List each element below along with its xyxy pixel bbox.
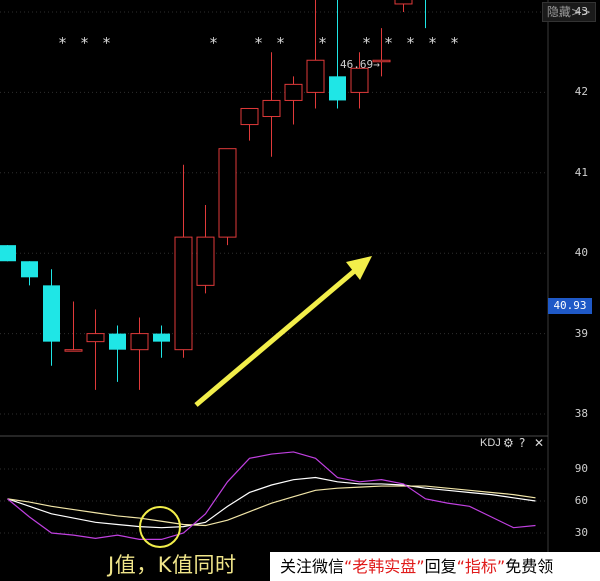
candle [240,107,259,141]
price-tick-label: 39 [574,326,588,340]
watermark-quote-2: “指标” [456,557,506,576]
watermark-suffix: 免费领 [505,557,554,576]
candle-body [240,107,259,126]
candle [109,325,126,382]
caption-text: J值，K值同时 [108,553,237,577]
star-marker: * [428,34,438,52]
candle-body [64,349,83,352]
watermark-prefix: 关注微信 [280,557,345,576]
chart-stage [0,0,600,581]
candle-body [43,285,60,342]
kdj-j-line [7,451,536,541]
candle [284,76,303,125]
candle [218,148,237,246]
candle [0,245,16,262]
watermark-quote-1: “老韩实盘” [344,557,425,576]
candle [196,204,215,294]
candle-body [109,333,126,350]
price-tick-label: 41 [574,165,588,179]
kdj-d-line [7,485,536,527]
price-tick-label: 42 [574,85,588,99]
candle-body [86,333,105,343]
candle [43,269,60,366]
help-icon[interactable]: ? [519,436,525,450]
price-tick-label: 43 [574,5,588,18]
kdj-tick-label: 30 [574,526,588,539]
candle-body [350,67,369,93]
candle [86,309,105,390]
star-marker: * [209,34,219,52]
star-marker: * [362,34,372,52]
rally-arrow-shaft [194,266,360,407]
star-marker: * [318,34,328,52]
candle [174,164,193,358]
candle [153,325,170,358]
candle [21,261,38,286]
chart-canvas [0,0,549,581]
watermark-banner: 关注微信“老韩实盘”回复“指标”免费领 [270,552,600,581]
close-icon[interactable]: ✕ [534,436,544,450]
candle [394,0,413,12]
candle [425,0,426,29]
star-marker: * [254,34,264,52]
watermark-mid: 回复 [424,557,457,576]
candle-body [21,261,38,278]
candle-body [174,236,193,351]
star-marker: * [384,34,394,52]
peak-price-label: 46.69→ [340,58,380,71]
candle-body [306,59,325,93]
candle-body [262,99,281,118]
candle [306,0,325,109]
current-price-tag: 40.93 [548,298,592,314]
candle-body [0,245,16,262]
star-marker: * [102,34,112,52]
candle-body [218,148,237,238]
star-marker: * [450,34,460,52]
candle [64,301,83,352]
candle-body [284,83,303,101]
price-tick-label: 40 [574,246,588,260]
candle [262,52,281,157]
candle-body [153,333,170,342]
star-marker: * [276,34,286,52]
star-marker: * [406,34,416,52]
star-marker: * [58,34,68,52]
kdj-tick-label: 90 [574,462,588,475]
kdj-tick-label: 60 [574,494,588,507]
candle-body [394,0,413,5]
gear-icon[interactable]: ⚙ [503,436,514,450]
kdj-panel-label: KDJ [480,437,501,449]
candle-body [329,76,346,101]
star-marker: * [80,34,90,52]
price-tick-label: 38 [574,407,588,420]
candle-body [196,236,215,286]
candle-body [130,333,149,351]
candle [329,0,346,109]
candle [130,317,149,390]
